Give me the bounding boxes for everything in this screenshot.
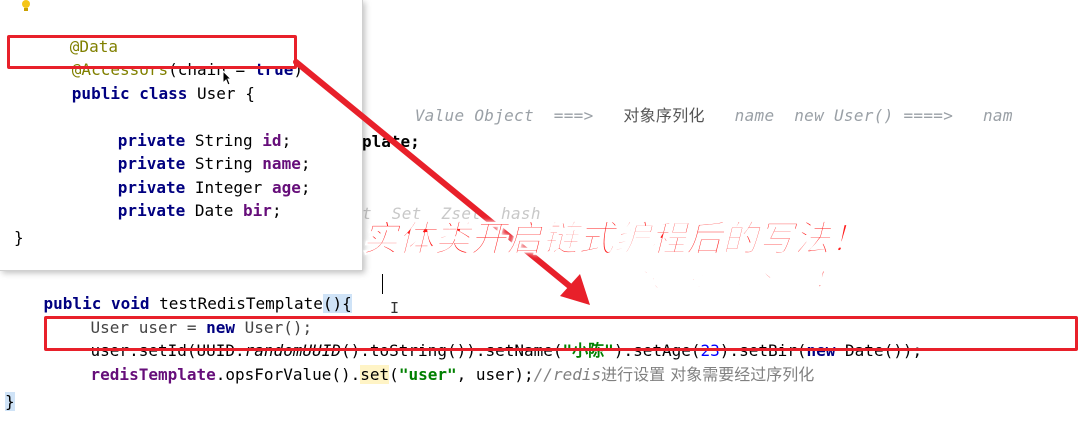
subline-text: 可一次性设置多个属性！ xyxy=(593,268,837,294)
code-editor[interactable]: Value Object ===> 对象序列化 name new User() … xyxy=(0,0,1081,424)
headline-text: 实体类开启链式编程后的写法！ xyxy=(361,219,867,261)
